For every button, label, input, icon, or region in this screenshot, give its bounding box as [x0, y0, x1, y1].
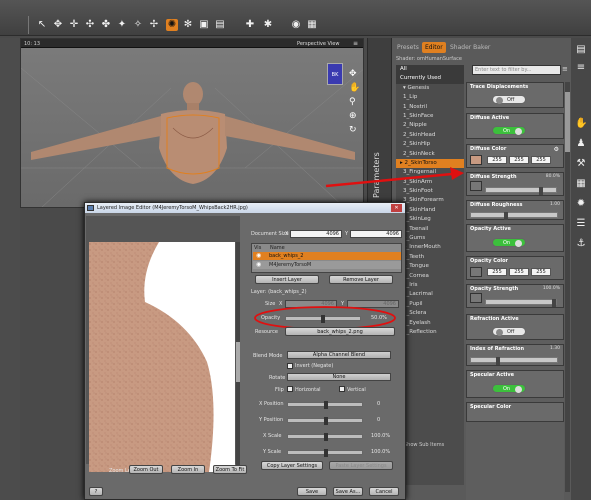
zoom-to-fit-button[interactable]: Zoom To Fit: [213, 465, 247, 474]
app-icon: [87, 205, 94, 211]
rotate-label: Rotate: [269, 375, 286, 381]
zoom-out-button[interactable]: Zoom Out: [129, 465, 163, 474]
flip-horizontal-label: Horizontal: [295, 387, 321, 393]
preview-v-scrollbar[interactable]: [236, 242, 240, 472]
y-scale-value: 100.0%: [371, 449, 391, 455]
layer-name: M4JeremyTorsoM: [269, 262, 312, 268]
y-scale-slider[interactable]: [287, 449, 363, 457]
blend-mode-label: Blend Mode: [253, 353, 283, 359]
dialog-title: Layered Image Editor (M4JeremyTorsoM_Whi…: [97, 205, 248, 211]
help-button[interactable]: ?: [89, 487, 103, 496]
blend-mode-dropdown[interactable]: Alpha Channel Blend: [287, 351, 391, 359]
document-height-field[interactable]: 4096: [350, 230, 402, 238]
x-scale-slider[interactable]: [287, 433, 363, 441]
layer-list: Vis Name ◉ back_whips_2 ◉ M4JeremyTorsoM: [251, 243, 402, 273]
y-position-slider[interactable]: [287, 417, 363, 425]
image-preview[interactable]: [89, 242, 235, 472]
layer-row[interactable]: ◉ M4JeremyTorsoM: [253, 261, 401, 269]
doc-y-label: Y: [345, 231, 349, 237]
rotate-dropdown[interactable]: None: [287, 373, 391, 381]
name-column-header: Name: [270, 245, 285, 251]
flip-vertical-checkbox[interactable]: [339, 386, 345, 392]
slider-thumb[interactable]: [324, 433, 328, 441]
invert-checkbox[interactable]: [287, 363, 293, 369]
document-size-label: Document Size: [251, 231, 289, 237]
slider-thumb[interactable]: [324, 401, 328, 409]
close-icon[interactable]: ✕: [391, 204, 402, 212]
flip-horizontal-checkbox[interactable]: [287, 386, 293, 392]
vis-column-header: Vis: [254, 245, 262, 251]
y-position-value: 0: [377, 417, 381, 423]
x-position-slider[interactable]: [287, 401, 363, 409]
paste-layer-settings-button: Paste Layer Settings: [329, 461, 393, 470]
document-width-field[interactable]: 4096: [290, 230, 342, 238]
visibility-eye-icon[interactable]: ◉: [256, 261, 261, 268]
cancel-button[interactable]: Cancel: [369, 487, 399, 496]
image-canvas-frame: [86, 216, 240, 472]
visibility-eye-icon[interactable]: ◉: [256, 252, 261, 259]
x-position-label: X Position: [259, 401, 284, 407]
slider-thumb[interactable]: [324, 417, 328, 425]
annotation-arrow-line: [325, 172, 453, 188]
skin-texture: [89, 242, 214, 472]
slider-thumb[interactable]: [324, 449, 328, 457]
y-position-label: Y Position: [259, 417, 284, 423]
x-position-value: 0: [377, 401, 381, 407]
save-as-button[interactable]: Save As...: [333, 487, 363, 496]
layer-section-label: Layer: (back_whips_2): [251, 289, 307, 295]
flip-label: Flip: [275, 387, 284, 393]
y-scale-label: Y Scale: [263, 449, 282, 455]
resource-button[interactable]: back_whips_2.png: [285, 327, 395, 336]
invert-label: Invert (Negate): [295, 363, 334, 369]
insert-layer-button[interactable]: Insert Layer: [255, 275, 319, 284]
x-scale-label: X Scale: [263, 433, 282, 439]
doc-x-label: X: [285, 231, 289, 237]
x-scale-value: 100.0%: [371, 433, 391, 439]
save-button[interactable]: Save: [297, 487, 327, 496]
scrollbar-thumb[interactable]: [236, 342, 240, 382]
flip-vertical-label: Vertical: [347, 387, 366, 393]
layered-image-editor-dialog: Layered Image Editor (M4JeremyTorsoM_Whi…: [84, 202, 406, 500]
layer-row-selected[interactable]: ◉ back_whips_2: [253, 252, 401, 260]
annotation-arrow-head: [450, 167, 464, 180]
copy-layer-settings-button[interactable]: Copy Layer Settings: [261, 461, 323, 470]
dialog-titlebar[interactable]: Layered Image Editor (M4JeremyTorsoM_Whi…: [85, 203, 405, 213]
resource-label: Resource: [255, 329, 278, 335]
zoom-in-button[interactable]: Zoom In: [171, 465, 205, 474]
remove-layer-button[interactable]: Remove Layer: [329, 275, 393, 284]
layer-name: back_whips_2: [269, 253, 304, 259]
